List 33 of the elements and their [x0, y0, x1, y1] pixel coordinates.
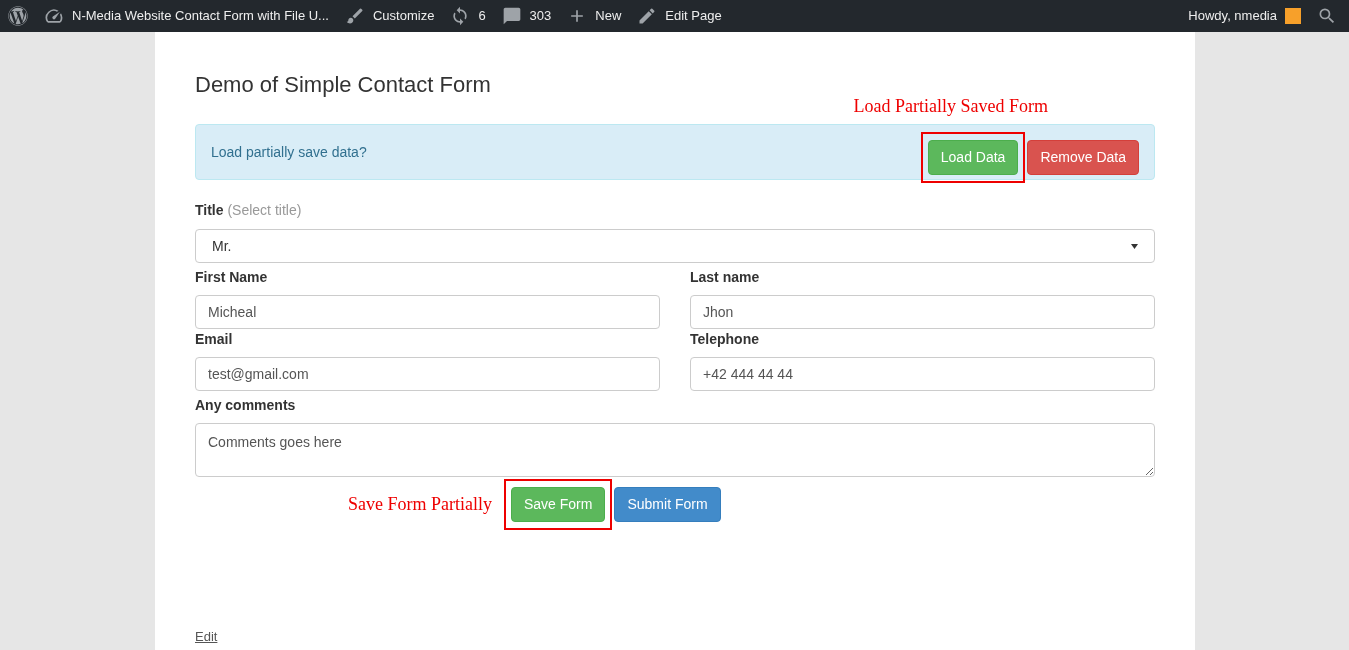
wordpress-logo-icon[interactable] [8, 6, 28, 26]
admin-bar-link[interactable]: Edit Page [637, 6, 722, 26]
form-button[interactable]: Submit Form [614, 487, 721, 522]
brush-icon [344, 6, 365, 26]
field-label: First Name [195, 268, 269, 287]
admin-bar-link[interactable]: Customize [344, 6, 435, 26]
field-label: Email [195, 330, 234, 349]
field-label: Any comments [195, 396, 297, 415]
input-field[interactable]: test@gmail.com [195, 357, 660, 391]
greeting-link[interactable]: Howdy, nmedia [1188, 6, 1277, 26]
admin-bar-link[interactable]: 303 [501, 6, 552, 26]
field-hint: (Select title) [227, 202, 302, 218]
input-field[interactable]: Micheal [195, 295, 660, 329]
input-field[interactable]: +42 444 44 44 [690, 357, 1155, 391]
field-label: Last name [690, 268, 761, 287]
site-link[interactable]: N-Media Website Contact Form with File U... [44, 6, 329, 26]
field-label: Title [195, 202, 224, 218]
admin-bar-link[interactable]: New [567, 6, 622, 26]
input-field[interactable]: Jhon [690, 295, 1155, 329]
edit-link[interactable]: Edit [195, 626, 1155, 646]
comments-field[interactable]: Comments goes here [195, 423, 1155, 477]
field-label: Telephone [690, 330, 760, 349]
alert-message: Load partially save data? [211, 142, 368, 162]
form-button[interactable]: Remove Data [1027, 139, 1139, 175]
annotation-text: Save Form Partially [348, 493, 492, 516]
title-select[interactable]: Mr. [195, 229, 1155, 263]
search-icon[interactable] [1317, 6, 1337, 26]
dashboard-icon [44, 6, 64, 26]
admin-bar-link[interactable]: 6 [450, 6, 486, 26]
annotation-text: Load Partially Saved Form [853, 95, 1048, 118]
page-title: Demo of Simple Contact Form [195, 71, 492, 99]
dropdown-arrow-icon [1131, 243, 1138, 249]
speech-bubble-icon [501, 6, 522, 26]
